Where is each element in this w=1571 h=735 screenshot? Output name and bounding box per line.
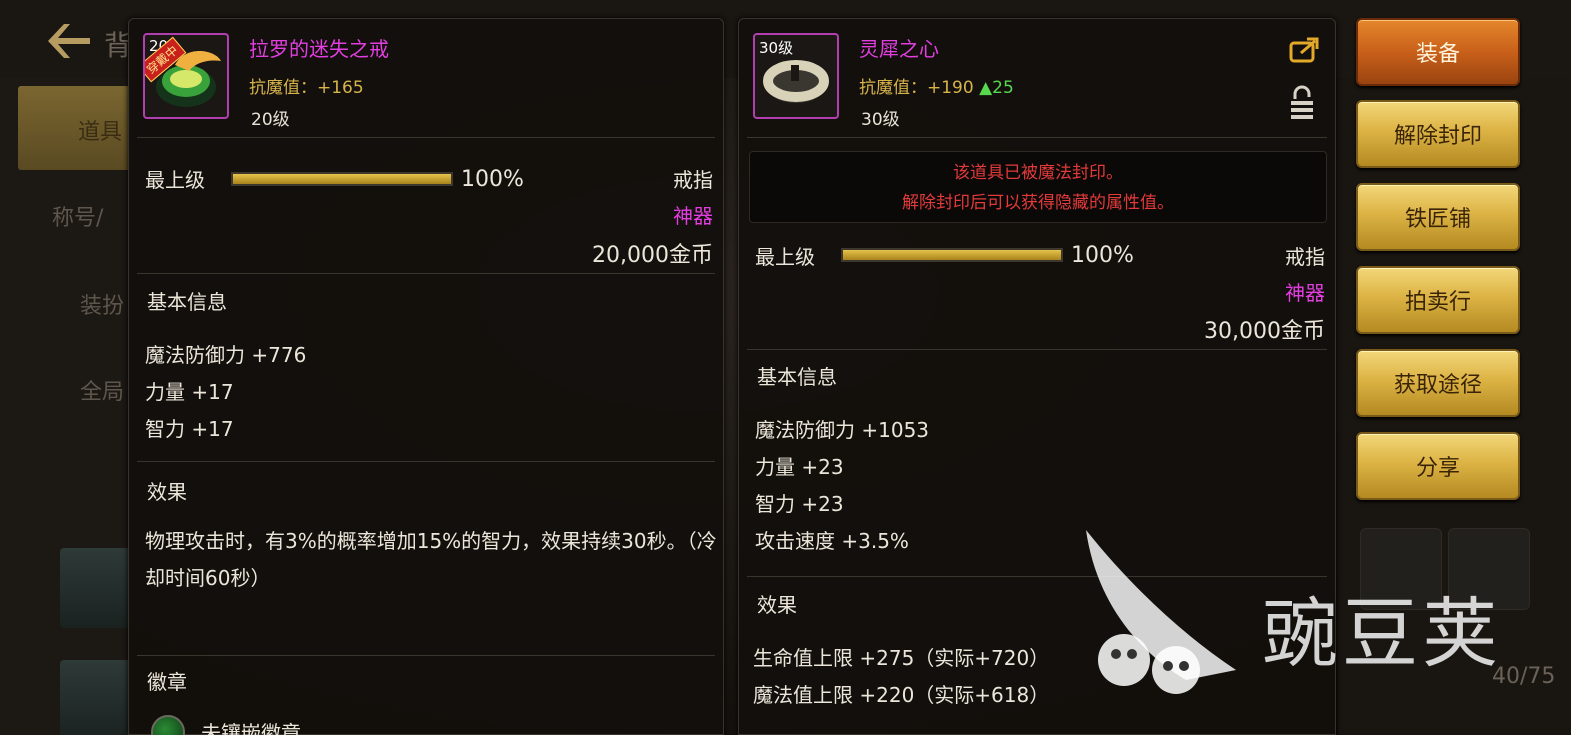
emblem-slot-icon [151, 715, 185, 735]
compare-item-tooltip: 30级 灵犀之心 抗魔值：+190 ▲25 30级 该道具已被魔法封印。 解除封… [738, 18, 1336, 735]
stat-line: 力量 +23 [755, 455, 844, 479]
divider [747, 137, 1327, 138]
item-icon-ring-lost: 20 穿戴中 [143, 33, 229, 119]
background-tab-title[interactable]: 称号/ [52, 200, 103, 232]
item-magic-resist-value: 抗魔值：+190 [859, 78, 974, 98]
divider [137, 137, 715, 138]
stat-line: 魔法防御力 +776 [145, 343, 307, 367]
background-tab-items[interactable]: 道具 [18, 86, 130, 170]
divider [747, 349, 1327, 350]
game-screen: 背 道具 称号/ 装扮 全局 40/75 20 穿戴中 拉罗的迷失之戒 抗魔值：… [0, 0, 1571, 735]
background-item-thumb [60, 660, 130, 735]
item-name: 拉罗的迷失之戒 [249, 37, 389, 61]
emblem-heading: 徽章 [147, 670, 187, 694]
seal-notice: 该道具已被魔法封印。 解除封印后可以获得隐藏的属性值。 [749, 151, 1327, 223]
item-type: 戒指 [1285, 245, 1325, 269]
effect-heading: 效果 [147, 480, 187, 504]
back-arrow-icon[interactable] [44, 20, 94, 62]
item-type: 戒指 [673, 168, 713, 192]
effect-stat-line: 生命值上限 +275（实际+720） [753, 646, 1050, 670]
stat-line: 智力 +17 [145, 417, 234, 441]
background-side-menu [0, 78, 132, 735]
item-rarity: 神器 [1285, 281, 1325, 305]
blacksmith-button[interactable]: 铁匠铺 [1356, 183, 1520, 251]
effect-description: 物理攻击时，有3%的概率增加15%的智力，效果持续30秒。（冷却时间60秒） [145, 529, 717, 590]
effect-stat-line: 魔法值上限 +220（实际+618） [753, 683, 1050, 707]
background-tab-items-label: 道具 [78, 120, 123, 145]
stat-line: 魔法防御力 +1053 [755, 418, 930, 442]
lock-icon[interactable] [1289, 85, 1315, 121]
item-slot-level: 30级 [759, 39, 794, 57]
item-level: 20级 [251, 110, 290, 130]
share-arrow-icon-graphic [1289, 37, 1319, 63]
divider [137, 655, 715, 656]
share-button[interactable]: 分享 [1356, 432, 1520, 500]
divider [137, 461, 715, 462]
stat-increase-indicator: ▲25 [979, 78, 1014, 98]
item-icon-ring-heart: 30级 [753, 33, 839, 119]
watermark-logo-icon [1086, 530, 1236, 694]
share-arrow-icon[interactable] [1289, 35, 1321, 63]
item-magic-resist: 抗魔值：+190 ▲25 [859, 73, 1014, 98]
grade-percent: 100% [1071, 243, 1134, 268]
grade-progress-fill [843, 250, 1061, 260]
item-price: 30,000金币 [1204, 319, 1325, 344]
equip-button[interactable]: 装备 [1356, 18, 1520, 86]
obtain-source-button[interactable]: 获取途径 [1356, 349, 1520, 417]
seal-notice-line: 该道具已被魔法封印。 [953, 163, 1123, 183]
grade-percent: 100% [461, 167, 524, 192]
stat-line: 力量 +17 [145, 380, 234, 404]
basic-info-heading: 基本信息 [757, 365, 837, 389]
grade-progress-fill [233, 174, 451, 184]
lock-icon-graphic [1291, 85, 1313, 119]
item-magic-resist: 抗魔值：+165 [249, 78, 364, 98]
back-arrow-icon-graphic [48, 24, 90, 58]
item-price: 20,000金币 [592, 243, 713, 268]
grade-label: 最上级 [755, 245, 815, 269]
effect-heading: 效果 [757, 593, 797, 617]
stat-line: 智力 +23 [755, 492, 844, 516]
watermark-text: 豌豆荚 [1262, 589, 1502, 678]
item-rarity: 神器 [673, 204, 713, 228]
divider [137, 273, 715, 274]
item-name: 灵犀之心 [859, 37, 939, 61]
equipped-item-tooltip: 20 穿戴中 拉罗的迷失之戒 抗魔值：+165 20级 最上级 100% 戒指 … [128, 18, 724, 735]
background-tab-global[interactable]: 全局 [80, 374, 124, 406]
background-tab-outfit[interactable]: 装扮 [80, 288, 124, 320]
item-level: 30级 [861, 110, 900, 130]
grade-progress-bar [841, 248, 1063, 262]
unseal-button[interactable]: 解除封印 [1356, 100, 1520, 168]
grade-progress-bar [231, 172, 453, 186]
basic-info-heading: 基本信息 [147, 290, 227, 314]
emblem-status: 未镶嵌徽章。 [201, 721, 321, 735]
seal-notice-line: 解除封印后可以获得隐藏的属性值。 [902, 193, 1174, 213]
background-item-thumb [60, 548, 130, 628]
grade-label: 最上级 [145, 168, 205, 192]
stat-line: 攻击速度 +3.5% [755, 529, 909, 553]
auction-button[interactable]: 拍卖行 [1356, 266, 1520, 334]
